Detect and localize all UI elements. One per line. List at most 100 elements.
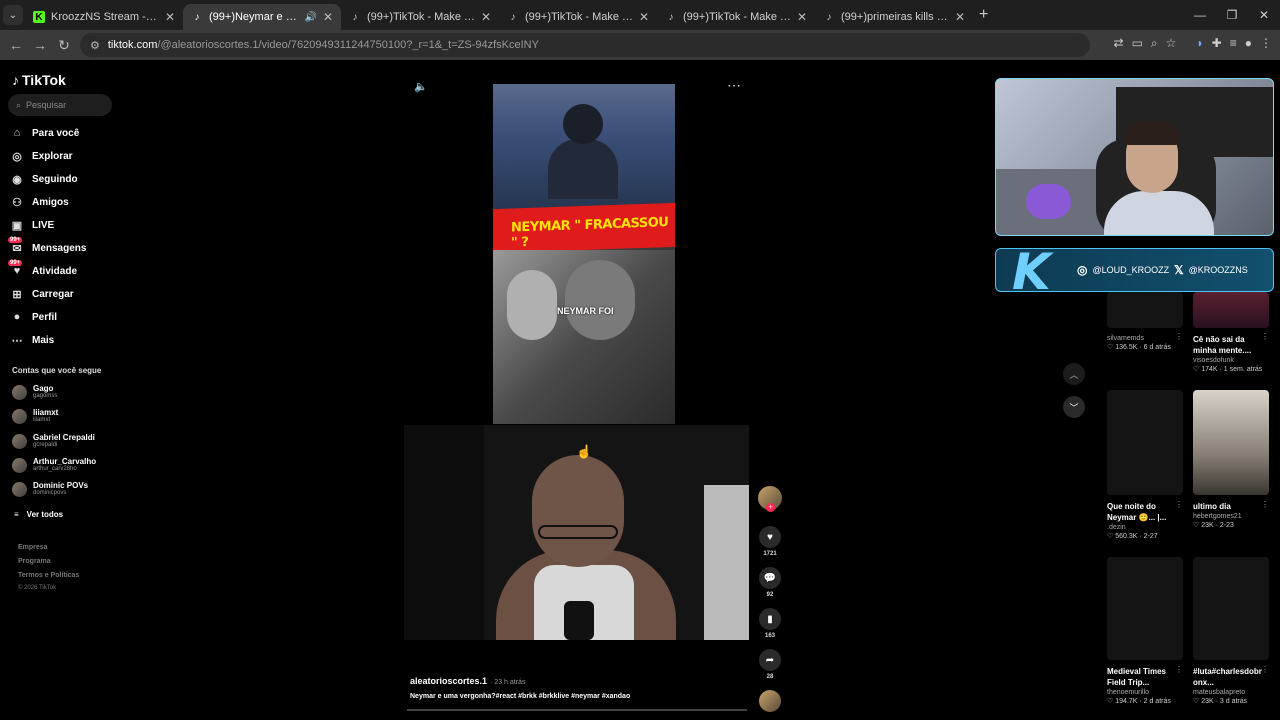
nav-seguindo[interactable]: ◉ Seguindo — [10, 170, 77, 188]
nav-label: Carregar — [32, 288, 74, 300]
translate-icon[interactable]: ⇄ — [1114, 36, 1124, 51]
creator-avatar-button[interactable]: + — [757, 486, 783, 512]
followed-account[interactable]: liiamxt liiamxt — [12, 408, 58, 424]
card-more-icon[interactable]: ⋮ — [1261, 665, 1269, 674]
reaction-video-top[interactable]: NEYMAR " FRACASSOU " ? NEYMAR FOI — [493, 84, 675, 424]
volume-icon[interactable]: 🔈 — [414, 80, 428, 93]
nav-explorar[interactable]: ◎ Explorar — [10, 147, 72, 165]
recommendation-card[interactable]: ⋮ Medieval Times Field Trip... thenoemur… — [1107, 557, 1183, 706]
browser-tab[interactable]: ♪ (99+)TikTok - Make Your Day ✕ — [657, 4, 815, 30]
url-bar[interactable]: ⚙ tiktok.com/@aleatorioscortes.1/video/7… — [80, 33, 1090, 57]
account-name: Gabriel Crepaldi — [33, 433, 95, 442]
footer-termos[interactable]: Termos e Políticas — [18, 572, 79, 579]
bookmark-star-icon[interactable]: ☆ — [1166, 36, 1177, 51]
close-tab-icon[interactable]: ✕ — [481, 10, 491, 24]
speaker-icon[interactable]: 🔊 — [304, 12, 316, 23]
next-creator-avatar[interactable] — [759, 690, 781, 712]
tiktok-icon: ♪ — [510, 11, 516, 23]
hand-cursor-icon: ☝ — [576, 444, 593, 459]
forward-button[interactable]: → — [28, 37, 52, 53]
next-video-button[interactable]: ﹀ — [1063, 396, 1085, 418]
heart-icon: ♥ — [759, 526, 781, 548]
browser-tab[interactable]: ♪ (99+)TikTok - Make Your Day ✕ — [341, 4, 499, 30]
extension-icon[interactable]: ◗ — [1196, 36, 1203, 51]
close-tab-icon[interactable]: ✕ — [639, 10, 649, 24]
footer-empresa[interactable]: Empresa — [18, 544, 48, 551]
browser-tab[interactable]: ♪ (99+)primeiras kills do dx pela ✕ — [815, 4, 973, 30]
new-tab-button[interactable]: + — [979, 6, 988, 24]
tiktok-icon: ♪ — [826, 11, 832, 23]
reload-button[interactable]: ↻ — [52, 37, 76, 54]
search-input[interactable]: ⌕ Pesquisar — [8, 94, 112, 116]
comment-button[interactable]: 💬 92 — [757, 567, 783, 598]
card-more-icon[interactable]: ⋮ — [1175, 332, 1183, 341]
browser-tab[interactable]: K KroozzNS Stream - Watch Live o ✕ — [25, 4, 183, 30]
media-icon[interactable]: ≡ — [1230, 36, 1237, 51]
video-background-wall — [404, 425, 484, 640]
card-author: .dezin — [1107, 524, 1126, 531]
footer-programa[interactable]: Programa — [18, 558, 51, 565]
video-progress-bar[interactable] — [407, 709, 747, 711]
activity-icon: ♥ 99+ — [8, 260, 23, 277]
card-more-icon[interactable]: ⋮ — [1261, 332, 1269, 341]
close-tab-icon[interactable]: ✕ — [955, 10, 965, 24]
video-author[interactable]: aleatorioscortes.1 · 23 h atrás — [410, 676, 525, 686]
post-time: · 23 h atrás — [490, 679, 526, 686]
card-author: hebertgomes21 — [1193, 513, 1242, 520]
nav-mais[interactable]: ⋯ Mais — [10, 331, 55, 349]
account-name: Arthur_Carvalho — [33, 457, 97, 466]
recommendation-card[interactable]: ⋮ Cê não sai da minha mente.... visoesdo… — [1193, 292, 1269, 374]
follow-plus-icon[interactable]: + — [766, 503, 775, 512]
cast-icon[interactable]: ▭ — [1132, 36, 1143, 51]
site-info-icon[interactable]: ⚙ — [90, 39, 100, 52]
followed-account[interactable]: Gabriel Crepaldi gcrepaldi — [12, 433, 95, 449]
maximize-button[interactable]: ❐ — [1216, 0, 1248, 30]
nav-mensagens[interactable]: ✉ 99+ Mensagens — [8, 237, 86, 257]
recommendation-card[interactable]: ⋮ Que noite do Neymar 🙂... |... .dezin ♡… — [1107, 390, 1183, 541]
followed-account[interactable]: Gago gagomss — [12, 384, 57, 400]
like-button[interactable]: ♥ 1721 — [757, 526, 783, 557]
following-icon: ◉ — [12, 173, 22, 186]
tiktok-icon: ♪ — [194, 11, 200, 23]
footer-copyright: © 2026 TikTok — [18, 585, 57, 591]
tiktok-logo[interactable]: ♪ TikTok — [12, 72, 66, 88]
card-more-icon[interactable]: ⋮ — [1175, 665, 1183, 674]
more-options-icon[interactable]: ⋯ — [727, 77, 741, 94]
share-button[interactable]: ➦ 28 — [757, 649, 783, 680]
browser-tab[interactable]: ♪ (99+)TikTok - Make Your Day ✕ — [499, 4, 657, 30]
tiktok-icon: ♪ — [668, 11, 674, 23]
tab-search-button[interactable]: ⌄ — [3, 5, 23, 25]
save-button[interactable]: ▮ 163 — [757, 608, 783, 639]
followed-account[interactable]: Arthur_Carvalho arthur_carv28ho — [12, 457, 96, 473]
nav-para-voce[interactable]: ⌂ Para você — [10, 124, 80, 142]
nav-carregar[interactable]: ⊞ Carregar — [10, 285, 74, 303]
menu-kebab-icon[interactable]: ⋮ — [1260, 36, 1272, 51]
nav-live[interactable]: ▣ LIVE — [10, 216, 54, 234]
close-tab-icon[interactable]: ✕ — [797, 10, 807, 24]
close-window-button[interactable]: ✕ — [1248, 0, 1280, 30]
followed-account[interactable]: Dominic POVs dominicpovs — [12, 481, 88, 497]
previous-video-button[interactable]: ︿ — [1063, 363, 1085, 385]
zoom-icon[interactable]: ⌕ — [1151, 36, 1158, 51]
back-button[interactable]: ← — [4, 37, 28, 53]
recommendation-card[interactable]: ⋮ silvamemds ♡ 136.5K · 6 d atrás — [1107, 292, 1183, 352]
card-more-icon[interactable]: ⋮ — [1175, 500, 1183, 509]
nav-perfil[interactable]: ● Perfil — [10, 308, 57, 326]
video-red-banner: NEYMAR " FRACASSOU " ? — [493, 202, 675, 254]
profile-avatar-icon[interactable]: ● — [1245, 36, 1252, 51]
close-tab-icon[interactable]: ✕ — [323, 10, 333, 24]
webcam-streamer-hair — [1124, 121, 1180, 145]
puzzle-icon[interactable]: ✚ — [1212, 36, 1222, 51]
nav-atividade[interactable]: ♥ 99+ Atividade — [8, 260, 77, 280]
banner-text: NEYMAR " FRACASSOU " ? — [511, 215, 669, 251]
close-tab-icon[interactable]: ✕ — [165, 10, 175, 24]
minimize-button[interactable]: — — [1184, 0, 1216, 30]
see-all-link[interactable]: ≡ Ver todos — [14, 510, 63, 519]
extension-icons: ⇄ ▭ ⌕ ☆ ◗ ✚ ≡ ● ⋮ — [1114, 36, 1272, 51]
messages-badge: 99+ — [8, 237, 23, 243]
recommendation-card[interactable]: ⋮ ultimo dia hebertgomes21 ♡ 23K · 2-23 — [1193, 390, 1269, 530]
nav-amigos[interactable]: ⚇ Amigos — [10, 193, 69, 211]
browser-tab-active[interactable]: ♪ (99+)Neymar e uma vergon🔊 ✕ — [183, 4, 341, 30]
card-more-icon[interactable]: ⋮ — [1261, 500, 1269, 509]
recommendation-card[interactable]: ⋮ #luta#charlesdobr onx... mateusbalapre… — [1193, 557, 1269, 706]
